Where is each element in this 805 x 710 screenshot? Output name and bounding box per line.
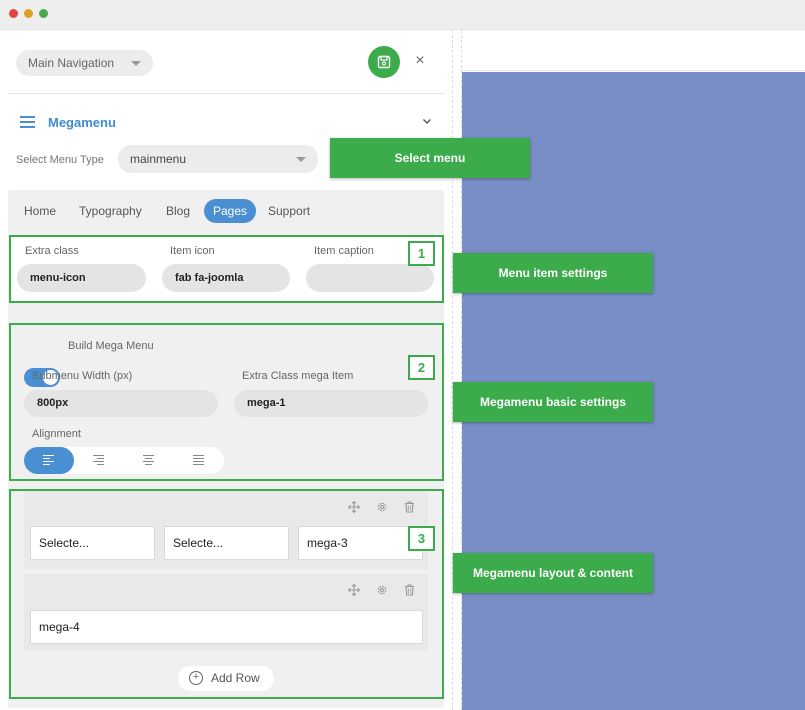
extra-class-input[interactable]: menu-icon — [17, 264, 146, 292]
chevron-down-icon — [131, 61, 141, 66]
tab-pages[interactable]: Pages — [204, 199, 257, 223]
add-row-label: Add Row — [211, 671, 260, 685]
tab-typography[interactable]: Typography — [79, 199, 142, 223]
menu-navigation-select[interactable]: Main Navigation — [16, 50, 153, 76]
annotation-number-1: 1 — [408, 241, 435, 266]
collapse-chevron-icon[interactable] — [422, 114, 432, 129]
chevron-down-icon — [296, 157, 306, 162]
menu-navigation-value: Main Navigation — [28, 56, 115, 70]
trash-icon[interactable] — [404, 501, 415, 516]
menu-type-select[interactable]: mainmenu — [118, 145, 318, 173]
preview-pane — [462, 30, 805, 710]
callout-select-menu: Select menu — [330, 138, 530, 178]
header-divider — [8, 93, 444, 94]
item-caption-label: Item caption — [314, 245, 374, 257]
submenu-width-input[interactable]: 800px — [24, 390, 218, 417]
align-right-button[interactable] — [74, 447, 124, 474]
extra-class-mega-label: Extra Class mega Item — [242, 370, 354, 382]
minimize-window-dot[interactable] — [24, 9, 33, 18]
align-left-icon — [43, 455, 54, 467]
build-mega-menu-label: Build Mega Menu — [68, 340, 154, 352]
layout-column[interactable]: mega-4 — [30, 610, 423, 644]
add-row-button[interactable]: + Add Row — [178, 666, 274, 691]
layout-column[interactable]: Selecte... — [30, 526, 155, 560]
menu-type-value: mainmenu — [130, 152, 187, 166]
hamburger-icon[interactable] — [20, 116, 35, 128]
alignment-label: Alignment — [32, 428, 81, 440]
tab-home[interactable]: Home — [24, 199, 56, 223]
submenu-width-label: Submenu Width (px) — [32, 370, 133, 382]
close-window-dot[interactable] — [9, 9, 18, 18]
gear-icon[interactable] — [376, 584, 388, 599]
megamenu-panel: Main Navigation × Megamenu Select Menu T… — [0, 30, 452, 710]
callout-basic-settings: Megamenu basic settings — [453, 382, 653, 422]
align-right-icon — [93, 455, 104, 467]
extra-class-label: Extra class — [25, 245, 79, 257]
move-icon[interactable] — [348, 501, 360, 516]
layout-row: Selecte... Selecte... mega-3 — [24, 491, 428, 569]
align-justify-button[interactable] — [174, 447, 224, 474]
alignment-group — [24, 447, 224, 474]
layout-row: mega-4 — [24, 574, 428, 650]
menu-type-label: Select Menu Type — [16, 154, 104, 166]
align-justify-icon — [193, 455, 204, 467]
floppy-disk-icon — [377, 55, 391, 69]
megamenu-title: Megamenu — [48, 115, 116, 130]
callout-item-settings: Menu item settings — [453, 253, 653, 293]
tab-support[interactable]: Support — [268, 199, 310, 223]
move-icon[interactable] — [348, 584, 360, 599]
item-caption-input[interactable] — [306, 264, 434, 292]
close-icon: × — [415, 52, 425, 69]
item-icon-label: Item icon — [170, 245, 215, 257]
extra-class-mega-input[interactable]: mega-1 — [234, 390, 428, 417]
window-titlebar — [0, 0, 805, 30]
layout-column[interactable]: Selecte... — [164, 526, 289, 560]
maximize-window-dot[interactable] — [39, 9, 48, 18]
tab-blog[interactable]: Blog — [166, 199, 190, 223]
panel-resizer[interactable] — [452, 30, 462, 710]
annotation-number-3: 3 — [408, 526, 435, 551]
trash-icon[interactable] — [404, 584, 415, 599]
close-button[interactable]: × — [410, 51, 430, 71]
align-center-icon — [143, 455, 154, 467]
layout-column[interactable]: mega-3 — [298, 526, 423, 560]
align-left-button[interactable] — [24, 447, 74, 474]
plus-icon: + — [189, 671, 203, 685]
callout-layout-content: Megamenu layout & content — [453, 553, 653, 593]
preview-header — [462, 30, 805, 71]
item-icon-input[interactable]: fab fa-joomla — [162, 264, 290, 292]
menu-item-tabs: Home Typography Blog Pages Support — [8, 189, 444, 231]
save-button[interactable] — [368, 46, 400, 78]
align-center-button[interactable] — [124, 447, 174, 474]
gear-icon[interactable] — [376, 501, 388, 516]
annotation-number-2: 2 — [408, 355, 435, 380]
